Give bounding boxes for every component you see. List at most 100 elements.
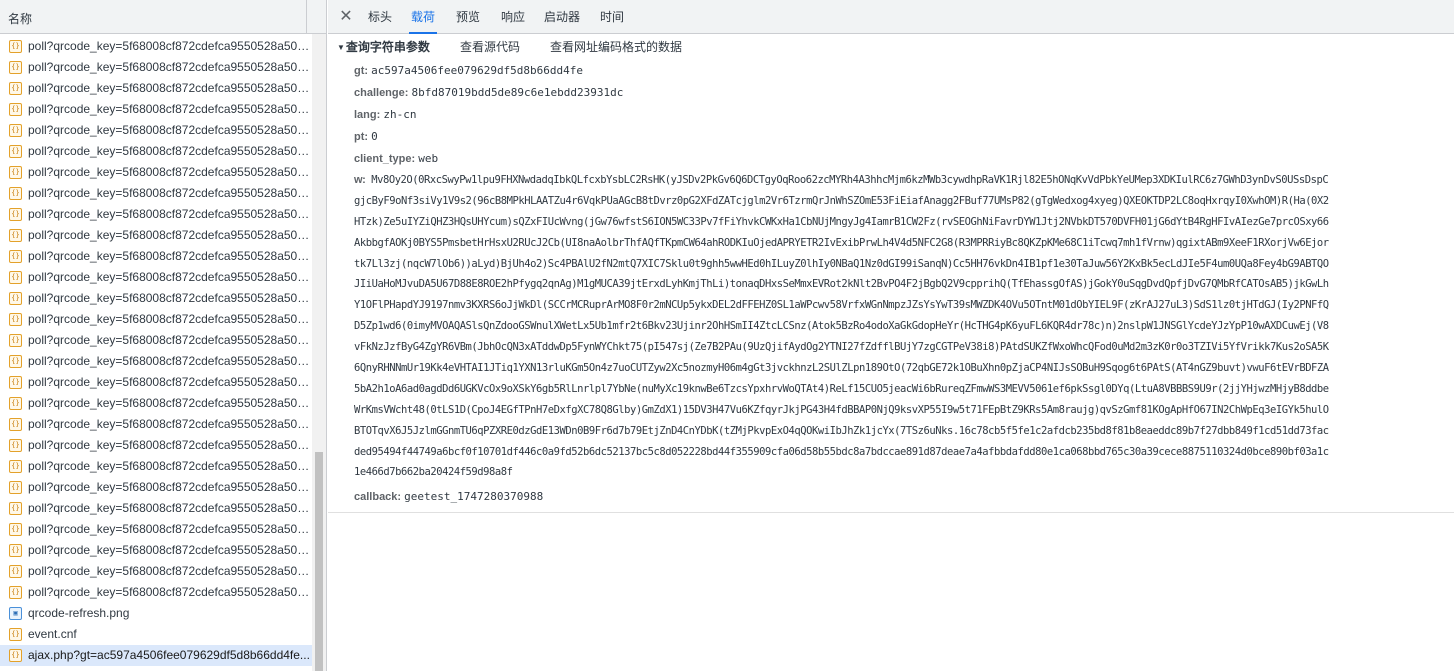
xhr-fetch-icon: {} [9,271,22,284]
param-row-pt: pt: 0 [354,126,378,148]
param-value: web [418,152,439,165]
request-row[interactable]: {} poll?qrcode_key=5f68008cf872cdefca9550… [0,498,312,519]
request-name: ajax.php?gt=ac597a4506fee079629df5d8b66d… [28,648,310,662]
xhr-fetch-icon: {} [9,124,22,137]
request-row[interactable]: {} poll?qrcode_key=5f68008cf872cdefca9550… [0,99,312,120]
xhr-fetch-icon: {} [9,355,22,368]
request-name: poll?qrcode_key=5f68008cf872cdefca955052… [28,522,312,536]
request-name: poll?qrcode_key=5f68008cf872cdefca955052… [28,207,312,221]
image-file-icon: ▣ [9,607,22,620]
request-row[interactable]: {} poll?qrcode_key=5f68008cf872cdefca9550… [0,477,312,498]
query-params-section-toggle[interactable]: ▼查询字符串参数 [337,40,430,54]
request-row[interactable]: {} poll?qrcode_key=5f68008cf872cdefca9550… [0,393,312,414]
request-name: event.cnf [28,627,77,641]
request-row[interactable]: {} ajax.php?gt=ac597a4506fee079629df5d8b6… [0,645,312,666]
param-key: w: [354,174,366,186]
param-value-line: HTzk)Ze5uIYZiQHZ3HQsUHYcum)sQZxFIUcWvng(… [354,215,1329,228]
param-value-line: JIiUaHoMJvuDA5U67D88E8ROE2hPfygq2qnAg)M1… [354,278,1329,291]
param-value-line: Y1OFlPHapdYJ9197nmv3KXRS6oJjWkDl(SCCrMCR… [354,299,1329,312]
close-icon[interactable]: ✕ [338,7,354,27]
request-row[interactable]: {} poll?qrcode_key=5f68008cf872cdefca9550… [0,183,312,204]
param-row-client-type: client_type: web [354,148,438,170]
request-row[interactable]: {} poll?qrcode_key=5f68008cf872cdefca9550… [0,57,312,78]
view-url-encoded-link[interactable]: 查看网址编码格式的数据 [550,40,682,54]
request-row[interactable]: {} poll?qrcode_key=5f68008cf872cdefca9550… [0,36,312,57]
param-key: gt: [354,65,369,77]
param-row-callback: callback: geetest_1747280370988 [354,486,543,508]
request-row[interactable]: {} poll?qrcode_key=5f68008cf872cdefca9550… [0,561,312,582]
param-value-line: vFkNzJzfByG4ZgYR6VBm(JbhOcQN3xATddwDp5Fy… [354,341,1329,354]
request-row[interactable]: {} poll?qrcode_key=5f68008cf872cdefca9550… [0,435,312,456]
request-name: poll?qrcode_key=5f68008cf872cdefca955052… [28,123,312,137]
xhr-fetch-icon: {} [9,523,22,536]
request-row[interactable]: {} poll?qrcode_key=5f68008cf872cdefca9550… [0,372,312,393]
param-row-gt: gt: ac597a4506fee079629df5d8b66dd4fe [354,60,583,82]
request-row[interactable]: {} poll?qrcode_key=5f68008cf872cdefca9550… [0,456,312,477]
request-row[interactable]: {} poll?qrcode_key=5f68008cf872cdefca9550… [0,519,312,540]
request-row[interactable]: {} poll?qrcode_key=5f68008cf872cdefca9550… [0,288,312,309]
tab-headers[interactable]: 标头 [368,0,392,34]
param-key: pt: [354,131,369,143]
tab-response[interactable]: 响应 [501,0,525,34]
request-row[interactable]: {} poll?qrcode_key=5f68008cf872cdefca9550… [0,162,312,183]
xhr-fetch-icon: {} [9,103,22,116]
param-row-w: w: Mv8Oy2O(0RxcSwyPw1lpu9FHXNwdadqIbkQLf… [354,170,1426,483]
param-value-line: AkbbgfAOKj0BYS5PmsbetHrHsxU2RUcJ2Cb(UI8n… [354,236,1329,249]
param-row-lang: lang: zh-cn [354,104,416,126]
expand-triangle-icon: ▼ [337,43,345,52]
xhr-fetch-icon: {} [9,61,22,74]
request-name: poll?qrcode_key=5f68008cf872cdefca955052… [28,564,312,578]
request-name: poll?qrcode_key=5f68008cf872cdefca955052… [28,228,312,242]
xhr-fetch-icon: {} [9,334,22,347]
view-source-link[interactable]: 查看源代码 [460,40,520,54]
param-value-line: 1e466d7b662ba20424f59d98a8f [354,466,513,479]
xhr-fetch-icon: {} [9,628,22,641]
param-key: lang: [354,109,381,121]
request-row[interactable]: {} poll?qrcode_key=5f68008cf872cdefca9550… [0,351,312,372]
request-row[interactable]: {} poll?qrcode_key=5f68008cf872cdefca9550… [0,309,312,330]
payload-panel: ▼查询字符串参数 查看源代码 查看网址编码格式的数据 gt: ac597a450… [328,35,1454,515]
request-row[interactable]: {} event.cnf [0,624,312,645]
request-name: poll?qrcode_key=5f68008cf872cdefca955052… [28,459,312,473]
xhr-fetch-icon: {} [9,145,22,158]
scrollbar-thumb[interactable] [315,452,323,671]
xhr-fetch-icon: {} [9,502,22,515]
xhr-fetch-icon: {} [9,439,22,452]
xhr-fetch-icon: {} [9,250,22,263]
xhr-fetch-icon: {} [9,82,22,95]
request-row[interactable]: {} poll?qrcode_key=5f68008cf872cdefca9550… [0,267,312,288]
param-value-line: w: Mv8Oy2O(0RxcSwyPw1lpu9FHXNwdadqIbkQLf… [354,170,1426,191]
request-detail-pane: ✕ 标头 载荷 预览 响应 启动器 时间 ▼查询字符串参数 查看源代码 查看网址… [328,0,1454,671]
param-value-line: BTOTqvX6J5JzlmGGnmTU6qPZXRE0dzGdE13WDn0B… [354,424,1329,437]
param-value: Mv8Oy2O(0RxcSwyPw1lpu9FHXNwdadqIbkQLfcxb… [371,174,1329,186]
request-row[interactable]: {} poll?qrcode_key=5f68008cf872cdefca9550… [0,120,312,141]
xhr-fetch-icon: {} [9,544,22,557]
request-row[interactable]: {} poll?qrcode_key=5f68008cf872cdefca9550… [0,78,312,99]
request-row[interactable]: {} poll?qrcode_key=5f68008cf872cdefca9550… [0,225,312,246]
request-name: poll?qrcode_key=5f68008cf872cdefca955052… [28,249,312,263]
tab-preview[interactable]: 预览 [456,0,480,34]
xhr-fetch-icon: {} [9,586,22,599]
tab-timing[interactable]: 时间 [600,0,624,34]
request-name: poll?qrcode_key=5f68008cf872cdefca955052… [28,165,312,179]
request-row[interactable]: {} poll?qrcode_key=5f68008cf872cdefca9550… [0,540,312,561]
request-row[interactable]: {} poll?qrcode_key=5f68008cf872cdefca9550… [0,330,312,351]
request-row[interactable]: {} poll?qrcode_key=5f68008cf872cdefca9550… [0,582,312,603]
column-divider[interactable] [306,0,307,33]
request-row[interactable]: {} poll?qrcode_key=5f68008cf872cdefca9550… [0,204,312,225]
param-value-line: D5Zp1wd6(0imyMVOAQASlsQnZdooGSWnulXWetLx… [354,320,1329,333]
tab-payload[interactable]: 载荷 [408,0,438,34]
name-column-header[interactable]: 名称 [8,10,32,27]
request-list-scrollbar[interactable] [312,34,326,671]
request-list-header: 名称 [0,0,326,34]
request-row[interactable]: {} poll?qrcode_key=5f68008cf872cdefca9550… [0,246,312,267]
param-value: zh-cn [383,108,417,121]
request-row[interactable]: {} poll?qrcode_key=5f68008cf872cdefca9550… [0,141,312,162]
request-name: poll?qrcode_key=5f68008cf872cdefca955052… [28,312,312,326]
request-row[interactable]: {} poll?qrcode_key=5f68008cf872cdefca9550… [0,414,312,435]
tab-initiator[interactable]: 启动器 [544,0,580,34]
query-params-title: 查询字符串参数 [345,40,430,54]
xhr-fetch-icon: {} [9,187,22,200]
request-row[interactable]: ▣ qrcode-refresh.png [0,603,312,624]
xhr-fetch-icon: {} [9,460,22,473]
